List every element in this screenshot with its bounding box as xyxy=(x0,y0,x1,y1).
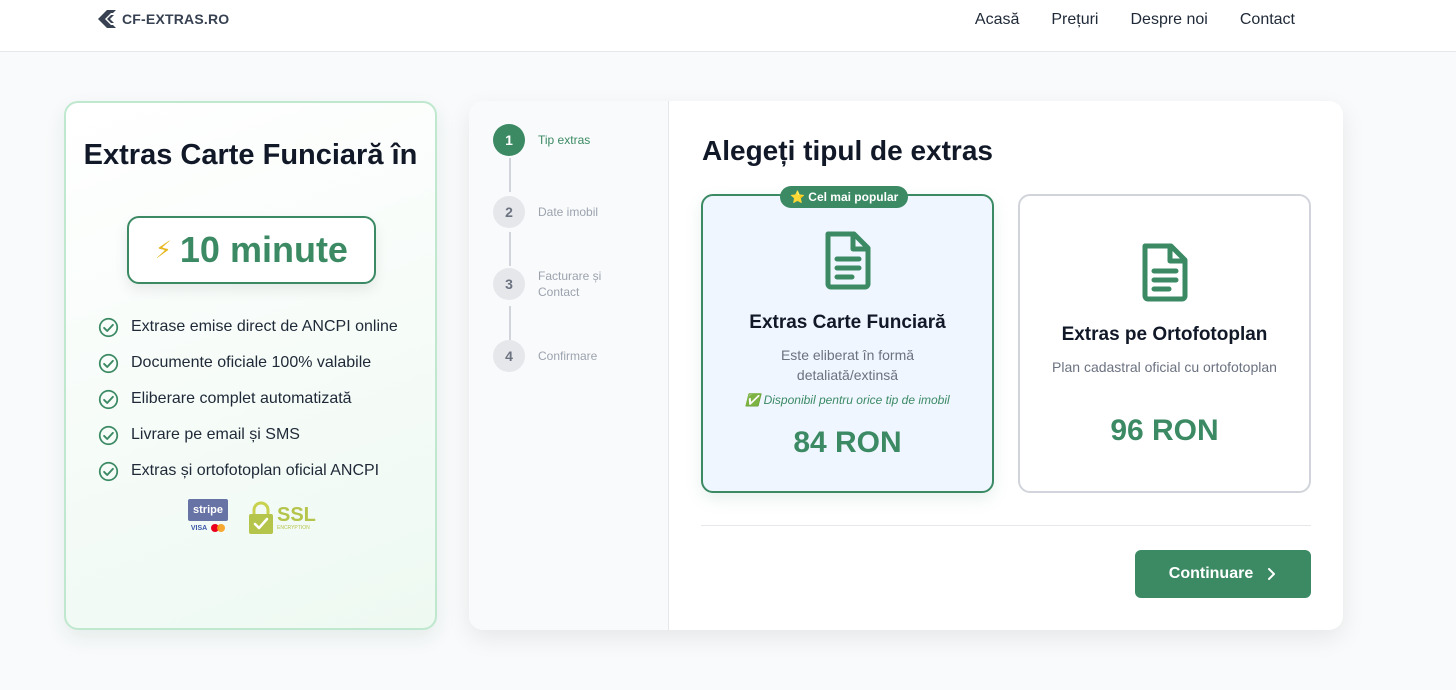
popular-badge: ⭐ Cel mai popular xyxy=(780,186,909,208)
ssl-badge: SSL ENCRYPTION xyxy=(248,501,316,535)
order-panel: 1 Tip extras 2 Date imobil 3 Facturare ș… xyxy=(469,101,1343,630)
nav-link-contact[interactable]: Contact xyxy=(1240,11,1295,29)
trust-badges: stripe VISA SSL ENCRYPTION xyxy=(188,499,316,537)
step-number: 2 xyxy=(493,196,525,228)
nav-link-despre-noi[interactable]: Despre noi xyxy=(1130,11,1207,29)
option-description: Plan cadastral oficial cu ortofotoplan xyxy=(1052,359,1277,375)
feature-text: Extras și ortofotoplan oficial ANCPI xyxy=(131,462,380,479)
option-extras-ortofotoplan[interactable]: Extras pe Ortofotoplan Plan cadastral of… xyxy=(1018,194,1311,493)
nav-link-preturi[interactable]: Prețuri xyxy=(1051,11,1098,29)
divider xyxy=(701,525,1311,526)
feature-text: Documente oficiale 100% valabile xyxy=(131,354,372,371)
option-extras-carte-funciara[interactable]: ⭐ Cel mai popular Extras Carte Funciară … xyxy=(701,186,994,493)
check-circle-icon xyxy=(98,353,119,373)
stripe-logo: stripe xyxy=(188,499,228,521)
step-4[interactable]: 4 Confirmare xyxy=(493,340,618,372)
promo-card: Extras Carte Funciară în ⚡ 10 minute Ext… xyxy=(64,101,437,630)
step-label: Confirmare xyxy=(538,349,598,363)
main-nav: Acasă Prețuri Despre noi Contact xyxy=(975,11,1295,29)
feature-text: Extrase emise direct de ANCPI online xyxy=(131,318,398,335)
step-label: Date imobil xyxy=(538,205,599,219)
document-icon xyxy=(825,231,870,290)
step-label: Tip extras xyxy=(538,133,591,147)
step-sidebar: 1 Tip extras 2 Date imobil 3 Facturare ș… xyxy=(469,101,669,630)
step-number: 3 xyxy=(493,268,525,300)
step-1[interactable]: 1 Tip extras xyxy=(493,124,618,156)
check-circle-icon xyxy=(98,389,119,409)
step-connector xyxy=(509,306,511,340)
chevron-right-icon xyxy=(1268,568,1276,580)
site-logo[interactable]: CF-EXTRAS.RO xyxy=(96,8,229,30)
feature-item: Extrase emise direct de ANCPI online xyxy=(98,309,398,345)
feature-item: Eliberare complet automatizată xyxy=(98,381,398,417)
ssl-text-group: SSL ENCRYPTION xyxy=(277,505,316,531)
step-connector xyxy=(509,232,511,266)
visa-logo: VISA xyxy=(190,524,208,532)
option-price: 84 RON xyxy=(793,426,902,459)
check-circle-icon xyxy=(98,425,119,445)
nav-link-acasa[interactable]: Acasă xyxy=(975,11,1019,29)
step-number: 4 xyxy=(493,340,525,372)
feature-item: Extras și ortofotoplan oficial ANCPI xyxy=(98,453,398,489)
mastercard-icon xyxy=(211,524,226,532)
feature-item: Livrare pe email și SMS xyxy=(98,417,398,453)
check-circle-icon xyxy=(98,461,119,481)
page-title: Alegeți tipul de extras xyxy=(702,135,993,166)
stripe-badge: stripe VISA xyxy=(188,499,228,537)
feature-text: Eliberare complet automatizată xyxy=(131,390,352,407)
top-header: CF-EXTRAS.RO Acasă Prețuri Despre noi Co… xyxy=(0,0,1456,52)
option-price: 96 RON xyxy=(1110,414,1219,447)
option-name: Extras pe Ortofotoplan xyxy=(1061,324,1268,345)
step-connector xyxy=(509,158,511,192)
step-number: 1 xyxy=(493,124,525,156)
logo-icon xyxy=(98,10,116,28)
logo-text: CF-EXTRAS.RO xyxy=(122,11,230,27)
option-availability: ✅ Disponibil pentru orice tip de imobil xyxy=(745,393,950,407)
step-label: Facturare și Contact xyxy=(538,269,602,299)
ssl-text: SSL xyxy=(277,504,316,526)
promo-title: Extras Carte Funciară în xyxy=(66,137,435,173)
step-2[interactable]: 2 Date imobil xyxy=(493,196,618,228)
option-name: Extras Carte Funciară xyxy=(749,312,946,333)
feature-text: Livrare pe email și SMS xyxy=(131,426,300,443)
feature-list: Extrase emise direct de ANCPI online Doc… xyxy=(98,309,398,489)
option-description: Este eliberat în formă detaliată/extinsă xyxy=(780,347,915,383)
promo-time-text: 10 minute xyxy=(179,229,348,270)
document-icon xyxy=(1142,243,1187,302)
step-3[interactable]: 3 Facturare și Contact xyxy=(493,268,618,300)
promo-time-pill: ⚡ 10 minute xyxy=(127,216,376,284)
card-logos: VISA xyxy=(190,524,226,532)
continue-label: Continuare xyxy=(1168,565,1254,582)
continue-button[interactable]: Continuare xyxy=(1135,550,1311,598)
check-circle-icon xyxy=(98,317,119,337)
padlock-icon xyxy=(249,501,273,534)
lightning-icon: ⚡ xyxy=(155,236,172,264)
feature-item: Documente oficiale 100% valabile xyxy=(98,345,398,381)
promo-title-text: Extras Carte Funciară în xyxy=(83,139,418,171)
